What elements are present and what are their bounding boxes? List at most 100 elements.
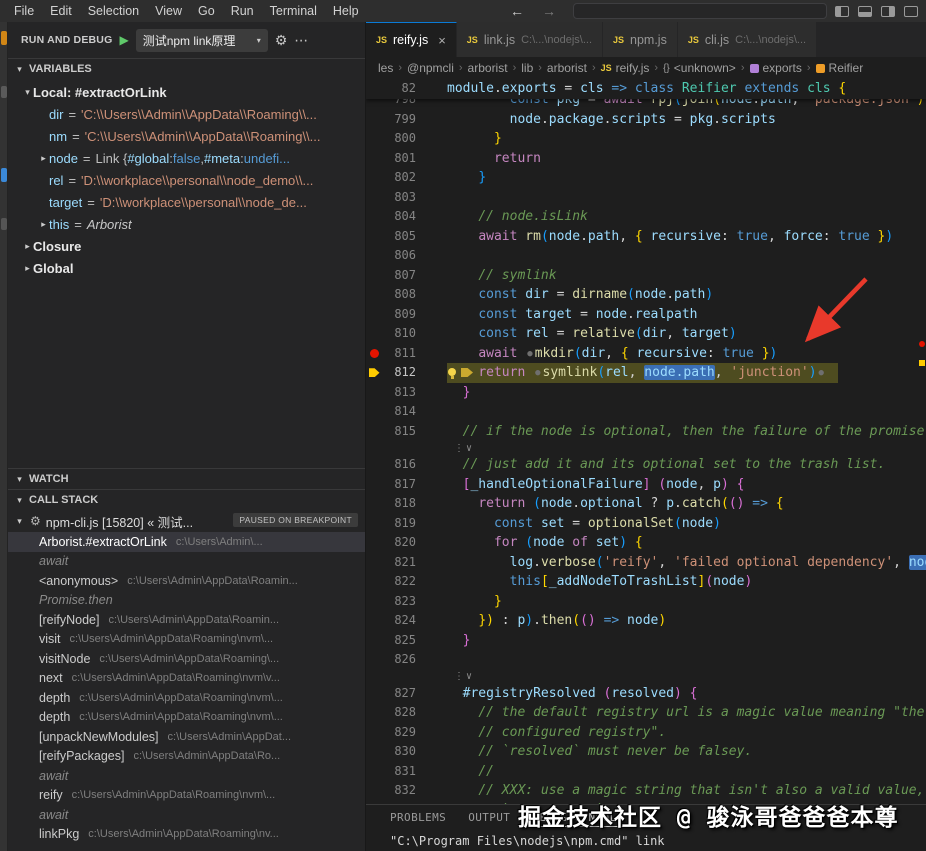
code-line-819[interactable]: 819 const set = optionalSet(node): [366, 514, 926, 534]
tab-reify.js[interactable]: JSreify.js×: [366, 22, 457, 57]
stack-frame-await[interactable]: await: [8, 552, 365, 572]
close-icon[interactable]: ×: [438, 33, 446, 48]
glyph-margin[interactable]: [366, 149, 382, 169]
stack-frame-depth[interactable]: depthc:\Users\Admin\AppData\Roaming\nvm\…: [8, 708, 365, 728]
stack-frame-ArboristextractOrLink[interactable]: Arborist.#extractOrLinkc:\Users\Admin\..…: [8, 532, 365, 552]
stack-frame-unpackNewModules[interactable]: [unpackNewModules]c:\Users\Admin\AppDat.…: [8, 727, 365, 747]
glyph-margin[interactable]: [366, 266, 382, 286]
gear-icon[interactable]: ⚙: [275, 32, 288, 49]
code-line-801[interactable]: 801 return: [366, 149, 926, 169]
stack-frame-visit[interactable]: visitc:\Users\Admin\AppData\Roaming\nvm\…: [8, 630, 365, 650]
code-line-826[interactable]: 826: [366, 650, 926, 670]
tab-npm.js[interactable]: JSnpm.js: [603, 22, 678, 57]
code-line-817[interactable]: 817 [_handleOptionalFailure] (node, p) {: [366, 475, 926, 495]
variable-target[interactable]: target='D:\\workplace\\personal\\node_de…: [8, 191, 365, 213]
variable-nm[interactable]: nm='C:\\Users\\Admin\\AppData\\Roaming\\…: [8, 125, 365, 147]
breadcrumb-item-arborist[interactable]: arborist: [468, 61, 508, 75]
glyph-margin[interactable]: [366, 129, 382, 149]
glyph-margin[interactable]: [366, 79, 382, 99]
scope-Closure[interactable]: ▸Closure: [8, 235, 365, 257]
glyph-margin[interactable]: [366, 305, 382, 325]
code-line-830[interactable]: 830 // `resolved` must never be falsey.: [366, 742, 926, 762]
glyph-margin[interactable]: [366, 168, 382, 188]
glyph-margin[interactable]: [366, 684, 382, 704]
glyph-margin[interactable]: [366, 494, 382, 514]
glyph-margin[interactable]: [366, 363, 382, 383]
menu-help[interactable]: Help: [325, 0, 367, 22]
glyph-margin[interactable]: [366, 188, 382, 208]
breakpoint-icon[interactable]: [370, 349, 379, 358]
code-line-829[interactable]: 829 // configured registry".: [366, 723, 926, 743]
code-line-804[interactable]: 804 // node.isLink: [366, 207, 926, 227]
breadcrumb-item-arborist[interactable]: arborist: [547, 61, 587, 75]
toggle-sidebar-icon[interactable]: [835, 6, 849, 17]
chevron-right-icon[interactable]: ▸: [38, 153, 49, 164]
chevron-down-icon[interactable]: ▾: [22, 87, 33, 98]
stack-frame-depth[interactable]: depthc:\Users\Admin\AppData\Roaming\nvm\…: [8, 688, 365, 708]
toggle-panel-icon[interactable]: [858, 6, 872, 17]
breadcrumb-item-les[interactable]: les: [378, 61, 393, 75]
code-line-800[interactable]: 800 }: [366, 129, 926, 149]
glyph-margin[interactable]: [366, 402, 382, 422]
code-editor[interactable]: 82module.exports = cls => class Reifier …: [366, 79, 926, 851]
breadcrumb-item-Reifier[interactable]: Reifier: [816, 61, 864, 75]
code-line-828[interactable]: 828 // the default registry url is a mag…: [366, 703, 926, 723]
code-line-806[interactable]: 806: [366, 246, 926, 266]
variable-node[interactable]: ▸node=Link {#global: false, #meta: undef…: [8, 147, 365, 169]
glyph-margin[interactable]: [366, 572, 382, 592]
stack-frame-await[interactable]: await: [8, 805, 365, 825]
stack-frame-reify[interactable]: reifyc:\Users\Admin\AppData\Roaming\nvm\…: [8, 786, 365, 806]
chevron-right-icon[interactable]: ▸: [38, 219, 49, 230]
breadcrumb-item-npmcli[interactable]: @npmcli: [407, 61, 454, 75]
menu-edit[interactable]: Edit: [42, 0, 80, 22]
panel-tab-output[interactable]: OUTPUT: [468, 811, 510, 827]
debug-config-select[interactable]: 测试npm link原理 ▾: [136, 29, 268, 52]
glyph-margin[interactable]: [366, 553, 382, 573]
chevron-right-icon[interactable]: ▸: [22, 241, 33, 252]
menu-terminal[interactable]: Terminal: [262, 0, 325, 22]
code-line-802[interactable]: 802 }: [366, 168, 926, 188]
tab-link.js[interactable]: JSlink.jsC:\...\nodejs\...: [457, 22, 603, 57]
debug-start-icon[interactable]: ▶: [119, 33, 128, 47]
overview-ruler[interactable]: [918, 79, 926, 851]
stack-frame-reifyNode[interactable]: [reifyNode]c:\Users\Admin\AppData\Roamin…: [8, 610, 365, 630]
stack-frame-Promisethen[interactable]: Promise.then: [8, 591, 365, 611]
code-line-813[interactable]: 813 }: [366, 383, 926, 403]
chevron-right-icon[interactable]: ▸: [22, 263, 33, 274]
glyph-margin[interactable]: [366, 703, 382, 723]
code-line-816[interactable]: 816 // just add it and its optional set …: [366, 455, 926, 475]
glyph-margin[interactable]: [366, 475, 382, 495]
menu-go[interactable]: Go: [190, 0, 223, 22]
fold-marker-icon[interactable]: ⋮∨: [454, 443, 474, 454]
tab-cli.js[interactable]: JScli.jsC:\...\nodejs\...: [678, 22, 817, 57]
stack-frame-next[interactable]: nextc:\Users\Admin\AppData\Roaming\nvm\v…: [8, 669, 365, 689]
glyph-margin[interactable]: [366, 207, 382, 227]
code-line-810[interactable]: 810 const rel = relative(dir, target): [366, 324, 926, 344]
menu-file[interactable]: File: [6, 0, 42, 22]
variables-header[interactable]: ▾ VARIABLES: [8, 58, 365, 79]
code-line-831[interactable]: 831 //: [366, 762, 926, 782]
glyph-margin[interactable]: [366, 592, 382, 612]
command-center[interactable]: [573, 3, 827, 19]
customize-layout-icon[interactable]: [904, 6, 918, 17]
code-line-818[interactable]: 818 return (node.optional ? p.catch(() =…: [366, 494, 926, 514]
menu-view[interactable]: View: [147, 0, 190, 22]
glyph-margin[interactable]: [366, 533, 382, 553]
variable-this[interactable]: ▸this=Arborist: [8, 213, 365, 235]
code-line-820[interactable]: 820 for (node of set) {: [366, 533, 926, 553]
code-line-798[interactable]: 798 const pkg = await rpj(join(node.path…: [366, 99, 926, 110]
forward-icon[interactable]: →: [533, 3, 565, 19]
glyph-margin[interactable]: [366, 611, 382, 631]
glyph-margin[interactable]: [366, 742, 382, 762]
glyph-margin[interactable]: [366, 723, 382, 743]
glyph-margin[interactable]: [366, 781, 382, 801]
scope-Global[interactable]: ▸Global: [8, 257, 365, 279]
glyph-margin[interactable]: [366, 246, 382, 266]
code-line-807[interactable]: 807 // symlink: [366, 266, 926, 286]
glyph-margin[interactable]: [366, 99, 382, 110]
glyph-margin[interactable]: [366, 514, 382, 534]
code-line-822[interactable]: 822 this[_addNodeToTrashList](node): [366, 572, 926, 592]
glyph-margin[interactable]: [366, 650, 382, 670]
scope-LocalextractOrLink[interactable]: ▾Local: #extractOrLink: [8, 81, 365, 103]
glyph-margin[interactable]: [366, 383, 382, 403]
